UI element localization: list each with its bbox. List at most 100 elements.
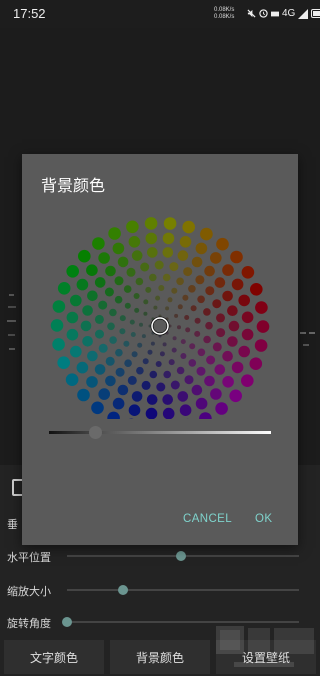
color-swatch[interactable]	[222, 350, 233, 362]
color-swatch[interactable]	[205, 286, 215, 296]
color-swatch[interactable]	[180, 353, 187, 359]
color-swatch[interactable]	[238, 345, 250, 358]
color-swatch[interactable]	[214, 277, 226, 288]
color-swatch[interactable]	[107, 322, 115, 331]
color-swatch[interactable]	[203, 335, 211, 344]
color-swatch[interactable]	[194, 317, 201, 324]
color-swatch[interactable]	[204, 265, 215, 277]
color-swatch[interactable]	[171, 347, 177, 353]
color-swatch[interactable]	[130, 332, 136, 337]
color-swatch[interactable]	[241, 374, 254, 387]
color-swatch[interactable]	[66, 328, 79, 341]
color-swatch[interactable]	[205, 321, 213, 330]
color-swatch[interactable]	[210, 252, 222, 264]
color-swatch[interactable]	[172, 336, 177, 341]
color-swatch[interactable]	[227, 336, 238, 347]
color-swatch[interactable]	[70, 345, 82, 358]
color-swatch[interactable]	[168, 359, 175, 366]
color-swatch[interactable]	[57, 356, 70, 369]
color-swatch[interactable]	[145, 232, 158, 245]
color-swatch[interactable]	[169, 262, 179, 272]
color-swatch[interactable]	[134, 307, 140, 313]
color-swatch[interactable]	[183, 267, 193, 277]
color-swatch[interactable]	[94, 277, 106, 288]
color-swatch[interactable]	[184, 375, 194, 385]
color-swatch[interactable]	[216, 313, 225, 323]
color-swatch[interactable]	[149, 370, 158, 379]
color-swatch[interactable]	[126, 220, 139, 234]
color-swatch[interactable]	[182, 220, 195, 234]
color-swatch[interactable]	[76, 278, 89, 291]
scale-size-track[interactable]	[67, 589, 299, 591]
color-swatch[interactable]	[115, 367, 125, 377]
color-swatch[interactable]	[112, 397, 125, 410]
color-swatch[interactable]	[228, 320, 240, 332]
color-swatch[interactable]	[212, 342, 222, 352]
color-swatch[interactable]	[82, 305, 93, 316]
color-swatch[interactable]	[143, 299, 149, 305]
color-swatch[interactable]	[200, 227, 213, 241]
color-swatch[interactable]	[140, 262, 150, 272]
color-swatch[interactable]	[98, 343, 108, 353]
color-swatch[interactable]	[109, 336, 117, 344]
color-swatch[interactable]	[188, 359, 197, 367]
color-swatch[interactable]	[76, 361, 89, 374]
color-swatch[interactable]	[167, 297, 173, 303]
color-swatch[interactable]	[241, 266, 255, 279]
color-swatch[interactable]	[191, 256, 203, 268]
color-swatch[interactable]	[91, 401, 104, 415]
brightness-slider-thumb[interactable]	[89, 426, 102, 439]
color-swatch[interactable]	[78, 249, 91, 263]
color-swatch[interactable]	[155, 361, 162, 367]
color-swatch[interactable]	[98, 300, 108, 310]
color-swatch[interactable]	[123, 340, 130, 347]
color-swatch[interactable]	[153, 305, 158, 310]
color-swatch[interactable]	[141, 334, 146, 339]
color-swatch[interactable]	[86, 376, 98, 388]
color-swatch[interactable]	[112, 242, 125, 255]
color-swatch[interactable]	[230, 250, 243, 264]
color-swatch[interactable]	[117, 384, 129, 396]
color-swatch[interactable]	[108, 227, 121, 240]
color-swatch[interactable]	[98, 388, 110, 400]
color-swatch[interactable]	[179, 236, 192, 248]
color-swatch[interactable]	[94, 314, 104, 324]
color-swatch[interactable]	[92, 237, 105, 250]
color-swatch[interactable]	[119, 315, 126, 322]
color-swatch[interactable]	[162, 232, 175, 245]
color-swatch[interactable]	[256, 320, 270, 333]
color-swatch[interactable]	[184, 315, 190, 320]
color-swatch[interactable]	[165, 306, 170, 311]
color-swatch[interactable]	[70, 294, 82, 307]
color-swatch[interactable]	[104, 287, 114, 297]
color-swatch[interactable]	[145, 286, 152, 293]
color-swatch[interactable]	[171, 287, 178, 294]
color-swatch[interactable]	[159, 351, 165, 357]
color-swatch[interactable]	[147, 247, 158, 258]
color-swatch[interactable]	[114, 295, 123, 304]
color-swatch[interactable]	[133, 293, 140, 299]
color-swatch[interactable]	[129, 319, 135, 325]
color-swatch[interactable]	[82, 336, 93, 347]
color-swatch[interactable]	[162, 273, 171, 282]
color-swatch[interactable]	[128, 404, 141, 416]
color-swatch[interactable]	[124, 359, 132, 367]
color-swatch[interactable]	[199, 412, 212, 419]
color-swatch[interactable]	[176, 277, 184, 286]
rotation-angle-thumb[interactable]	[62, 617, 72, 627]
color-swatch[interactable]	[109, 308, 117, 317]
color-swatch[interactable]	[206, 355, 216, 365]
color-swatch[interactable]	[195, 397, 208, 410]
color-swatch[interactable]	[145, 407, 158, 419]
color-swatch[interactable]	[249, 357, 263, 370]
color-swatch[interactable]	[158, 285, 165, 291]
color-swatch[interactable]	[143, 311, 148, 316]
color-swatch[interactable]	[197, 295, 205, 304]
color-swatch[interactable]	[170, 380, 180, 390]
color-swatch[interactable]	[194, 330, 201, 337]
color-swatch[interactable]	[147, 349, 153, 355]
color-swatch[interactable]	[229, 389, 242, 403]
color-swatch[interactable]	[241, 328, 254, 341]
color-swatch[interactable]	[162, 394, 173, 405]
color-swatch[interactable]	[162, 342, 167, 347]
